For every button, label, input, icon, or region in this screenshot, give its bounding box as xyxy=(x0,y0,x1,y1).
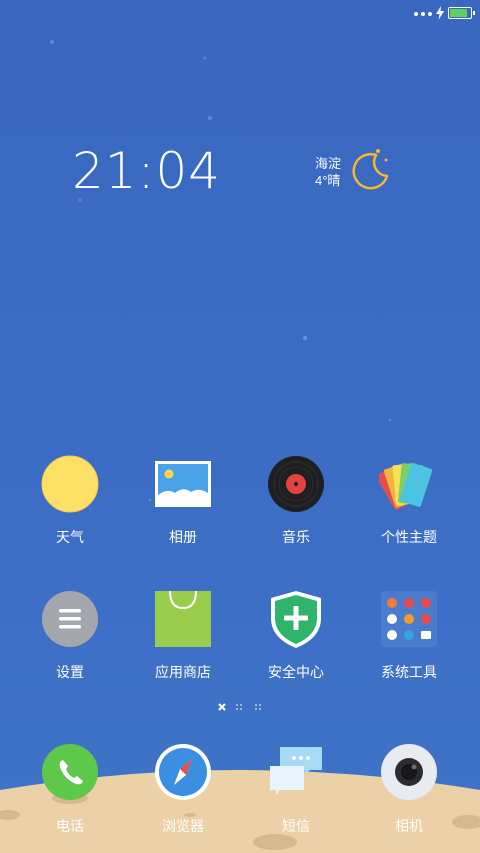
phone-icon xyxy=(42,744,98,800)
photo-album-icon xyxy=(155,461,211,507)
compass-icon xyxy=(155,744,211,800)
shopping-bag-icon xyxy=(155,590,211,647)
page-indicator-dot xyxy=(236,704,242,710)
app-label: 浏览器 xyxy=(162,818,204,834)
settings-menu-icon xyxy=(42,591,98,647)
vinyl-record-icon xyxy=(268,456,324,512)
app-security[interactable]: 安全中心 xyxy=(246,590,346,682)
app-label: 音乐 xyxy=(282,529,310,545)
app-label: 设置 xyxy=(56,664,84,680)
app-label: 个性主题 xyxy=(381,529,437,545)
page-indicator-dot xyxy=(255,704,261,710)
security-shield-icon xyxy=(271,591,321,648)
crescent-moon-icon xyxy=(352,149,389,190)
app-themes[interactable]: 个性主题 xyxy=(359,455,459,547)
app-label: 天气 xyxy=(56,529,84,545)
app-store[interactable]: 应用商店 xyxy=(133,590,233,682)
weather-widget[interactable]: 海淀 4°晴 xyxy=(315,155,341,189)
dock-messages[interactable]: 短信 xyxy=(246,744,346,836)
dock-camera[interactable]: 相机 xyxy=(359,744,459,836)
wallpaper-stars xyxy=(50,40,392,502)
folder-grid-icon xyxy=(381,591,437,647)
app-label: 相机 xyxy=(395,818,423,834)
app-label: 相册 xyxy=(169,529,197,545)
message-bubbles-icon xyxy=(270,747,322,795)
app-label: 短信 xyxy=(282,818,310,834)
folder-system-tools[interactable]: 系统工具 xyxy=(359,590,459,682)
sun-icon xyxy=(41,455,99,513)
app-music[interactable]: 音乐 xyxy=(246,455,346,547)
page-indicator[interactable] xyxy=(0,701,480,713)
page-indicator-current xyxy=(218,703,226,711)
app-label: 应用商店 xyxy=(155,664,211,680)
dock-browser[interactable]: 浏览器 xyxy=(133,744,233,836)
camera-icon xyxy=(381,744,437,800)
weather-location: 海淀 xyxy=(315,156,342,171)
dock-phone[interactable]: 电话 xyxy=(20,744,120,836)
app-label: 系统工具 xyxy=(381,664,437,680)
clock-time[interactable]: 21:04 xyxy=(72,142,221,200)
app-label: 安全中心 xyxy=(268,664,324,680)
app-weather[interactable]: 天气 xyxy=(20,455,120,547)
app-settings[interactable]: 设置 xyxy=(20,590,120,682)
weather-condition: 4°晴 xyxy=(315,173,341,188)
theme-cards-icon xyxy=(376,463,433,511)
app-label: 电话 xyxy=(56,818,84,834)
app-gallery[interactable]: 相册 xyxy=(133,455,233,547)
